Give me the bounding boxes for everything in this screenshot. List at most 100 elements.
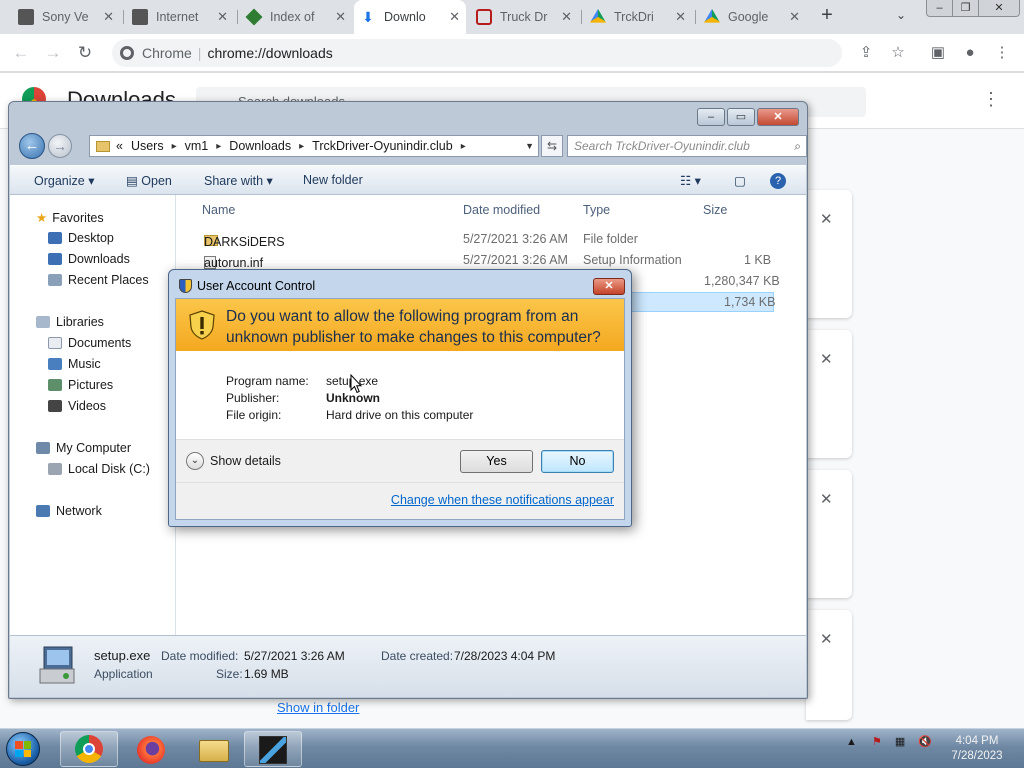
taskbar-clock[interactable]: 4:04 PM 7/28/2023 [944, 734, 1010, 764]
remove-download-icon[interactable]: ✕ [820, 210, 833, 228]
new-tab-button[interactable]: + [816, 5, 838, 27]
nav-item-downloads[interactable]: Downloads [48, 252, 130, 266]
remove-download-icon[interactable]: ✕ [820, 490, 833, 508]
organize-button[interactable]: Organize ▾ [34, 173, 94, 188]
divider [176, 482, 624, 483]
file-size: 1 KB [744, 253, 772, 267]
help-icon[interactable]: ? [770, 173, 786, 189]
nav-item-documents[interactable]: Documents [48, 336, 131, 350]
chevron-right-icon[interactable]: ▸ [172, 141, 177, 152]
bookmark-star-icon[interactable]: ☆ [888, 43, 908, 63]
nav-item-network[interactable]: Network [36, 504, 102, 518]
taskbar-explorer-button[interactable] [184, 731, 242, 767]
column-name[interactable]: Name [202, 203, 235, 217]
close-icon[interactable]: ✕ [449, 9, 460, 25]
breadcrumb-overflow[interactable]: « [116, 139, 123, 153]
nav-item-local-disk[interactable]: Local Disk (C:) [48, 462, 150, 476]
nav-item-libraries[interactable]: Libraries [36, 315, 104, 329]
download-card [806, 610, 852, 720]
nav-item-videos[interactable]: Videos [48, 399, 106, 413]
menu-kebab-icon[interactable]: ⋮ [992, 43, 1012, 63]
profile-icon[interactable]: ● [960, 43, 980, 63]
tab-trckdri[interactable]: TrckDri ✕ [584, 4, 692, 30]
close-icon[interactable]: ✕ [789, 9, 800, 25]
new-folder-button[interactable]: New folder [303, 173, 363, 187]
remove-download-icon[interactable]: ✕ [820, 350, 833, 368]
music-icon [48, 358, 62, 370]
file-row[interactable]: DARKSiDERS 5/27/2021 3:26 AM File folder [176, 229, 806, 250]
chevron-right-icon[interactable]: ▸ [299, 141, 304, 152]
close-icon[interactable]: ✕ [103, 9, 114, 25]
close-icon[interactable]: ✕ [675, 9, 686, 25]
command-bar: Organize ▾ ▤ Open Share with ▾ New folde… [10, 165, 806, 195]
pictures-icon [48, 379, 62, 391]
taskbar-vegas-button[interactable] [244, 731, 302, 767]
restore-button[interactable]: ❐ [953, 0, 979, 16]
address-bar[interactable]: Chrome | chrome://downloads [112, 39, 842, 67]
breadcrumb-item[interactable]: TrckDriver-Oyunindir.club [312, 139, 453, 153]
show-hidden-icons-icon[interactable]: ▲ [846, 736, 857, 748]
breadcrumb-item[interactable]: vm1 [185, 139, 209, 153]
side-panel-icon[interactable]: ▣ [928, 43, 948, 63]
volume-muted-icon[interactable]: 🔇 [918, 736, 932, 748]
refresh-icon[interactable]: ⇆ [541, 135, 563, 157]
tab-downloads[interactable]: ⬇ Downlo ✕ [354, 0, 466, 34]
show-in-folder-link[interactable]: Show in folder [277, 700, 359, 715]
breadcrumb-item[interactable]: Downloads [229, 139, 291, 153]
tab-internet[interactable]: Internet ✕ [126, 4, 234, 30]
nav-item-my-computer[interactable]: My Computer [36, 441, 131, 455]
network-icon[interactable]: ▦ [895, 736, 905, 748]
nav-item-recent-places[interactable]: Recent Places [48, 273, 149, 287]
videos-icon [48, 400, 62, 412]
tab-truck-driver[interactable]: Truck Dr ✕ [470, 4, 578, 30]
open-button[interactable]: ▤ Open [126, 173, 172, 188]
minimize-button[interactable]: – [697, 108, 725, 126]
back-arrow-icon[interactable]: ← [10, 42, 32, 64]
explorer-search-input[interactable]: Search TrckDriver-Oyunindir.club ⌕ [567, 135, 807, 157]
close-window-button[interactable]: ✕ [757, 108, 799, 126]
maximize-button[interactable]: ▭ [727, 108, 755, 126]
no-button[interactable]: No [541, 450, 614, 473]
tab-index-of[interactable]: Index of ✕ [240, 4, 352, 30]
forward-arrow-icon[interactable]: → [42, 42, 64, 64]
chevron-right-icon[interactable]: ▸ [461, 141, 466, 152]
tab-google[interactable]: Google ✕ [698, 4, 806, 30]
column-date-modified[interactable]: Date modified [463, 203, 540, 217]
close-icon[interactable]: ✕ [561, 9, 572, 25]
minimize-button[interactable]: – [927, 0, 953, 16]
close-window-button[interactable]: ✕ [979, 0, 1019, 16]
forward-arrow-icon[interactable]: → [48, 134, 72, 158]
breadcrumb[interactable]: « Users ▸ vm1 ▸ Downloads ▸ TrckDriver-O… [89, 135, 539, 157]
yes-button[interactable]: Yes [460, 450, 533, 473]
nav-item-pictures[interactable]: Pictures [48, 378, 113, 392]
downloads-folder-icon [48, 253, 62, 265]
nav-item-favorites[interactable]: ★ Favorites [36, 210, 104, 226]
column-type[interactable]: Type [583, 203, 610, 217]
chevron-right-icon[interactable]: ▸ [216, 141, 221, 152]
file-row[interactable]: autorun.inf 5/27/2021 3:26 AM Setup Info… [176, 250, 806, 271]
action-center-flag-icon[interactable]: ⚑ [872, 736, 882, 748]
breadcrumb-item[interactable]: Users [131, 139, 164, 153]
tab-search-chevron-icon[interactable]: ⌄ [896, 8, 906, 22]
nav-item-music[interactable]: Music [48, 357, 101, 371]
reload-icon[interactable]: ↻ [74, 42, 96, 64]
nav-item-desktop[interactable]: Desktop [48, 231, 114, 245]
close-dialog-button[interactable]: ✕ [593, 278, 625, 295]
view-options-icon[interactable]: ☷ ▾ [680, 173, 701, 188]
close-icon[interactable]: ✕ [335, 9, 346, 25]
chevron-down-icon[interactable]: ▼ [525, 141, 534, 151]
share-icon[interactable]: ⇪ [856, 43, 876, 63]
column-size[interactable]: Size [703, 203, 727, 217]
show-details-button[interactable]: Show details [210, 454, 281, 468]
taskbar-firefox-button[interactable] [122, 731, 180, 767]
chevron-down-icon[interactable]: ⌄ [186, 452, 204, 470]
share-with-button[interactable]: Share with ▾ [204, 173, 273, 188]
remove-download-icon[interactable]: ✕ [820, 630, 833, 648]
tab-sony-vegas[interactable]: Sony Ve ✕ [12, 4, 120, 30]
change-notifications-link[interactable]: Change when these notifications appear [391, 493, 614, 507]
taskbar-chrome-button[interactable] [60, 731, 118, 767]
menu-kebab-icon[interactable]: ⋮ [982, 89, 1000, 110]
close-icon[interactable]: ✕ [217, 9, 228, 25]
back-arrow-icon[interactable]: ← [19, 133, 45, 159]
preview-pane-icon[interactable]: ▢ [734, 173, 746, 188]
